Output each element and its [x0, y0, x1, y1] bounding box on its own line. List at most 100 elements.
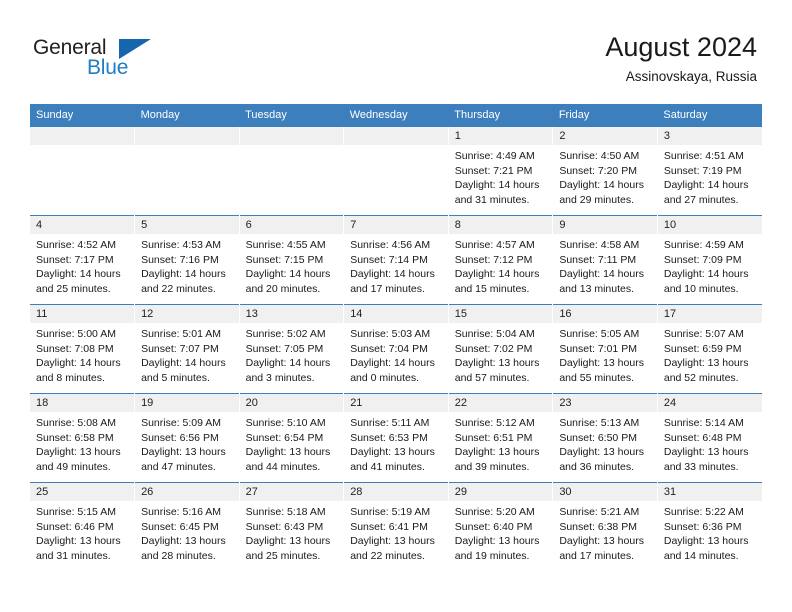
weekday-header-monday: Monday — [134, 104, 240, 127]
day-details: Sunrise: 5:08 AM Sunset: 6:58 PM Daylight:… — [30, 412, 134, 474]
calendar-week-row: 25 Sunrise: 5:15 AM Sunset: 6:46 PM Dayligh… — [30, 482, 762, 571]
day-number: 16 — [553, 305, 657, 323]
calendar-day-cell[interactable]: 8 Sunrise: 4:57 AM Sunset: 7:12 PM Daylight… — [447, 215, 553, 305]
calendar-day-cell[interactable]: 19 Sunrise: 5:09 AM Sunset: 6:56 PM Dayligh… — [134, 393, 240, 483]
day-details: Sunrise: 4:49 AM Sunset: 7:21 PM Daylight:… — [449, 145, 553, 207]
calendar-day-cell[interactable]: 23 Sunrise: 5:13 AM Sunset: 6:50 PM Dayligh… — [552, 393, 658, 483]
calendar-day-cell[interactable]: 16 Sunrise: 5:05 AM Sunset: 7:01 PM Dayligh… — [552, 304, 658, 394]
calendar-day-cell[interactable]: 5 Sunrise: 4:53 AM Sunset: 7:16 PM Daylight… — [134, 215, 240, 305]
calendar-day-cell[interactable]: 31 Sunrise: 5:22 AM Sunset: 6:36 PM Dayligh… — [656, 482, 762, 571]
sunset-time: Sunset: 7:21 PM — [454, 164, 533, 177]
day-details: Sunrise: 4:52 AM Sunset: 7:17 PM Daylight:… — [30, 234, 134, 296]
day-details: Sunrise: 5:03 AM Sunset: 7:04 PM Daylight:… — [344, 323, 448, 385]
sunrise-time: Sunrise: 4:50 AM — [559, 150, 640, 162]
sunrise-time: Sunrise: 5:08 AM — [36, 417, 116, 429]
calendar-day-cell-empty — [134, 126, 240, 216]
calendar-day-cell[interactable]: 4 Sunrise: 4:52 AM Sunset: 7:17 PM Daylight… — [30, 215, 135, 305]
calendar-day-cell[interactable]: 6 Sunrise: 4:55 AM Sunset: 7:15 PM Daylight… — [238, 215, 344, 305]
calendar-page: General Blue August 2024 Assinovskaya, R… — [0, 0, 792, 612]
calendar-day-cell[interactable]: 15 Sunrise: 5:04 AM Sunset: 7:02 PM Dayligh… — [447, 304, 553, 394]
daylight-duration: Daylight: 13 hours and 57 minutes. — [454, 357, 540, 384]
sunrise-time: Sunrise: 5:01 AM — [141, 328, 222, 340]
calendar-body: 1 Sunrise: 4:49 AM Sunset: 7:21 PM Daylight… — [30, 126, 762, 571]
calendar-day-cell[interactable]: 7 Sunrise: 4:56 AM Sunset: 7:14 PM Daylight… — [343, 215, 449, 305]
day-details: Sunrise: 4:55 AM Sunset: 7:15 PM Daylight:… — [240, 234, 344, 296]
page-header: General Blue August 2024 Assinovskaya, R… — [0, 0, 792, 100]
calendar-day-cell[interactable]: 21 Sunrise: 5:11 AM Sunset: 6:53 PM Dayligh… — [343, 393, 449, 483]
day-number: 26 — [135, 483, 239, 501]
day-number: 10 — [657, 216, 762, 234]
day-number: 28 — [344, 483, 448, 501]
day-details: Sunrise: 4:57 AM Sunset: 7:12 PM Daylight:… — [449, 234, 553, 296]
page-title: August 2024 — [605, 32, 757, 62]
daylight-duration: Daylight: 14 hours and 5 minutes. — [141, 357, 226, 384]
sunset-time: Sunset: 7:08 PM — [36, 342, 114, 355]
calendar-day-cell[interactable]: 30 Sunrise: 5:21 AM Sunset: 6:38 PM Dayligh… — [552, 482, 658, 571]
sunset-time: Sunset: 6:40 PM — [454, 520, 533, 533]
day-details: Sunrise: 4:56 AM Sunset: 7:14 PM Daylight:… — [344, 234, 448, 296]
day-details: Sunrise: 5:14 AM Sunset: 6:48 PM Daylight:… — [658, 412, 762, 474]
sunset-time: Sunset: 6:46 PM — [36, 520, 114, 533]
day-number: 30 — [553, 483, 657, 501]
weekday-header-friday: Friday — [552, 104, 658, 127]
daylight-duration: Daylight: 14 hours and 17 minutes. — [350, 268, 435, 295]
day-number: 14 — [344, 305, 448, 323]
day-number: 13 — [239, 305, 344, 323]
sunrise-time: Sunrise: 4:59 AM — [663, 239, 744, 251]
day-details: Sunrise: 5:22 AM Sunset: 6:36 PM Daylight:… — [658, 501, 762, 563]
calendar-day-cell[interactable]: 25 Sunrise: 5:15 AM Sunset: 6:46 PM Dayligh… — [30, 482, 135, 571]
daylight-duration: Daylight: 13 hours and 17 minutes. — [559, 535, 644, 562]
page-subtitle: Assinovskaya, Russia — [625, 69, 757, 84]
daylight-duration: Daylight: 13 hours and 25 minutes. — [245, 535, 331, 562]
day-details: Sunrise: 5:16 AM Sunset: 6:45 PM Daylight:… — [135, 501, 239, 563]
daylight-duration: Daylight: 14 hours and 13 minutes. — [559, 268, 644, 295]
sunrise-time: Sunrise: 5:21 AM — [559, 506, 640, 518]
weekday-header-sunday: Sunday — [30, 104, 135, 127]
sunrise-time: Sunrise: 5:09 AM — [141, 417, 222, 429]
daylight-duration: Daylight: 13 hours and 22 minutes. — [350, 535, 435, 562]
calendar-day-cell[interactable]: 3 Sunrise: 4:51 AM Sunset: 7:19 PM Daylight… — [656, 126, 762, 216]
calendar-day-cell[interactable]: 17 Sunrise: 5:07 AM Sunset: 6:59 PM Dayligh… — [656, 304, 762, 394]
calendar-day-cell[interactable]: 27 Sunrise: 5:18 AM Sunset: 6:43 PM Dayligh… — [238, 482, 344, 571]
calendar-day-cell[interactable]: 28 Sunrise: 5:19 AM Sunset: 6:41 PM Dayligh… — [343, 482, 449, 571]
day-details: Sunrise: 5:00 AM Sunset: 7:08 PM Daylight:… — [30, 323, 134, 385]
daylight-duration: Daylight: 13 hours and 33 minutes. — [663, 446, 749, 473]
weekday-header-wednesday: Wednesday — [343, 104, 449, 127]
sunset-time: Sunset: 6:59 PM — [663, 342, 742, 355]
calendar-day-cell[interactable]: 10 Sunrise: 4:59 AM Sunset: 7:09 PM Dayligh… — [656, 215, 762, 305]
daylight-duration: Daylight: 14 hours and 22 minutes. — [141, 268, 226, 295]
calendar-day-cell[interactable]: 14 Sunrise: 5:03 AM Sunset: 7:04 PM Dayligh… — [343, 304, 449, 394]
sunrise-time: Sunrise: 5:14 AM — [663, 417, 744, 429]
day-number: 22 — [448, 394, 553, 412]
day-number: 18 — [30, 394, 135, 412]
calendar-week-row: 4 Sunrise: 4:52 AM Sunset: 7:17 PM Daylight… — [30, 215, 762, 305]
sunrise-time: Sunrise: 5:00 AM — [36, 328, 116, 340]
day-details: Sunrise: 5:05 AM Sunset: 7:01 PM Daylight:… — [553, 323, 657, 385]
calendar-day-cell[interactable]: 12 Sunrise: 5:01 AM Sunset: 7:07 PM Dayligh… — [134, 304, 240, 394]
calendar-day-cell[interactable]: 11 Sunrise: 5:00 AM Sunset: 7:08 PM Dayligh… — [30, 304, 135, 394]
weekday-header-saturday: Saturday — [657, 104, 762, 127]
sunset-time: Sunset: 7:01 PM — [559, 342, 637, 355]
calendar-day-cell[interactable]: 1 Sunrise: 4:49 AM Sunset: 7:21 PM Daylight… — [447, 126, 553, 216]
calendar-day-cell[interactable]: 24 Sunrise: 5:14 AM Sunset: 6:48 PM Dayligh… — [656, 393, 762, 483]
calendar-day-cell[interactable]: 20 Sunrise: 5:10 AM Sunset: 6:54 PM Dayligh… — [238, 393, 344, 483]
day-details: Sunrise: 4:50 AM Sunset: 7:20 PM Daylight:… — [553, 145, 657, 207]
day-details: Sunrise: 5:10 AM Sunset: 6:54 PM Daylight:… — [240, 412, 344, 474]
daylight-duration: Daylight: 14 hours and 10 minutes. — [663, 268, 749, 295]
calendar-day-cell[interactable]: 9 Sunrise: 4:58 AM Sunset: 7:11 PM Daylight… — [552, 215, 658, 305]
calendar-day-cell[interactable]: 18 Sunrise: 5:08 AM Sunset: 6:58 PM Dayligh… — [30, 393, 135, 483]
day-number: 6 — [239, 216, 344, 234]
sunset-time: Sunset: 6:54 PM — [245, 431, 324, 444]
calendar-day-cell[interactable]: 26 Sunrise: 5:16 AM Sunset: 6:45 PM Dayligh… — [134, 482, 240, 571]
calendar-day-cell[interactable]: 29 Sunrise: 5:20 AM Sunset: 6:40 PM Dayligh… — [447, 482, 553, 571]
sunset-time: Sunset: 7:15 PM — [245, 253, 324, 266]
sunrise-time: Sunrise: 5:18 AM — [245, 506, 326, 518]
brand-logo[interactable]: General Blue — [33, 36, 233, 86]
day-details: Sunrise: 5:01 AM Sunset: 7:07 PM Daylight:… — [135, 323, 239, 385]
day-number — [135, 127, 239, 145]
calendar-day-cell[interactable]: 2 Sunrise: 4:50 AM Sunset: 7:20 PM Daylight… — [552, 126, 658, 216]
calendar-day-cell[interactable]: 22 Sunrise: 5:12 AM Sunset: 6:51 PM Dayligh… — [447, 393, 553, 483]
day-number: 3 — [657, 127, 762, 145]
day-details: Sunrise: 5:09 AM Sunset: 6:56 PM Daylight:… — [135, 412, 239, 474]
calendar-day-cell[interactable]: 13 Sunrise: 5:02 AM Sunset: 7:05 PM Dayligh… — [238, 304, 344, 394]
